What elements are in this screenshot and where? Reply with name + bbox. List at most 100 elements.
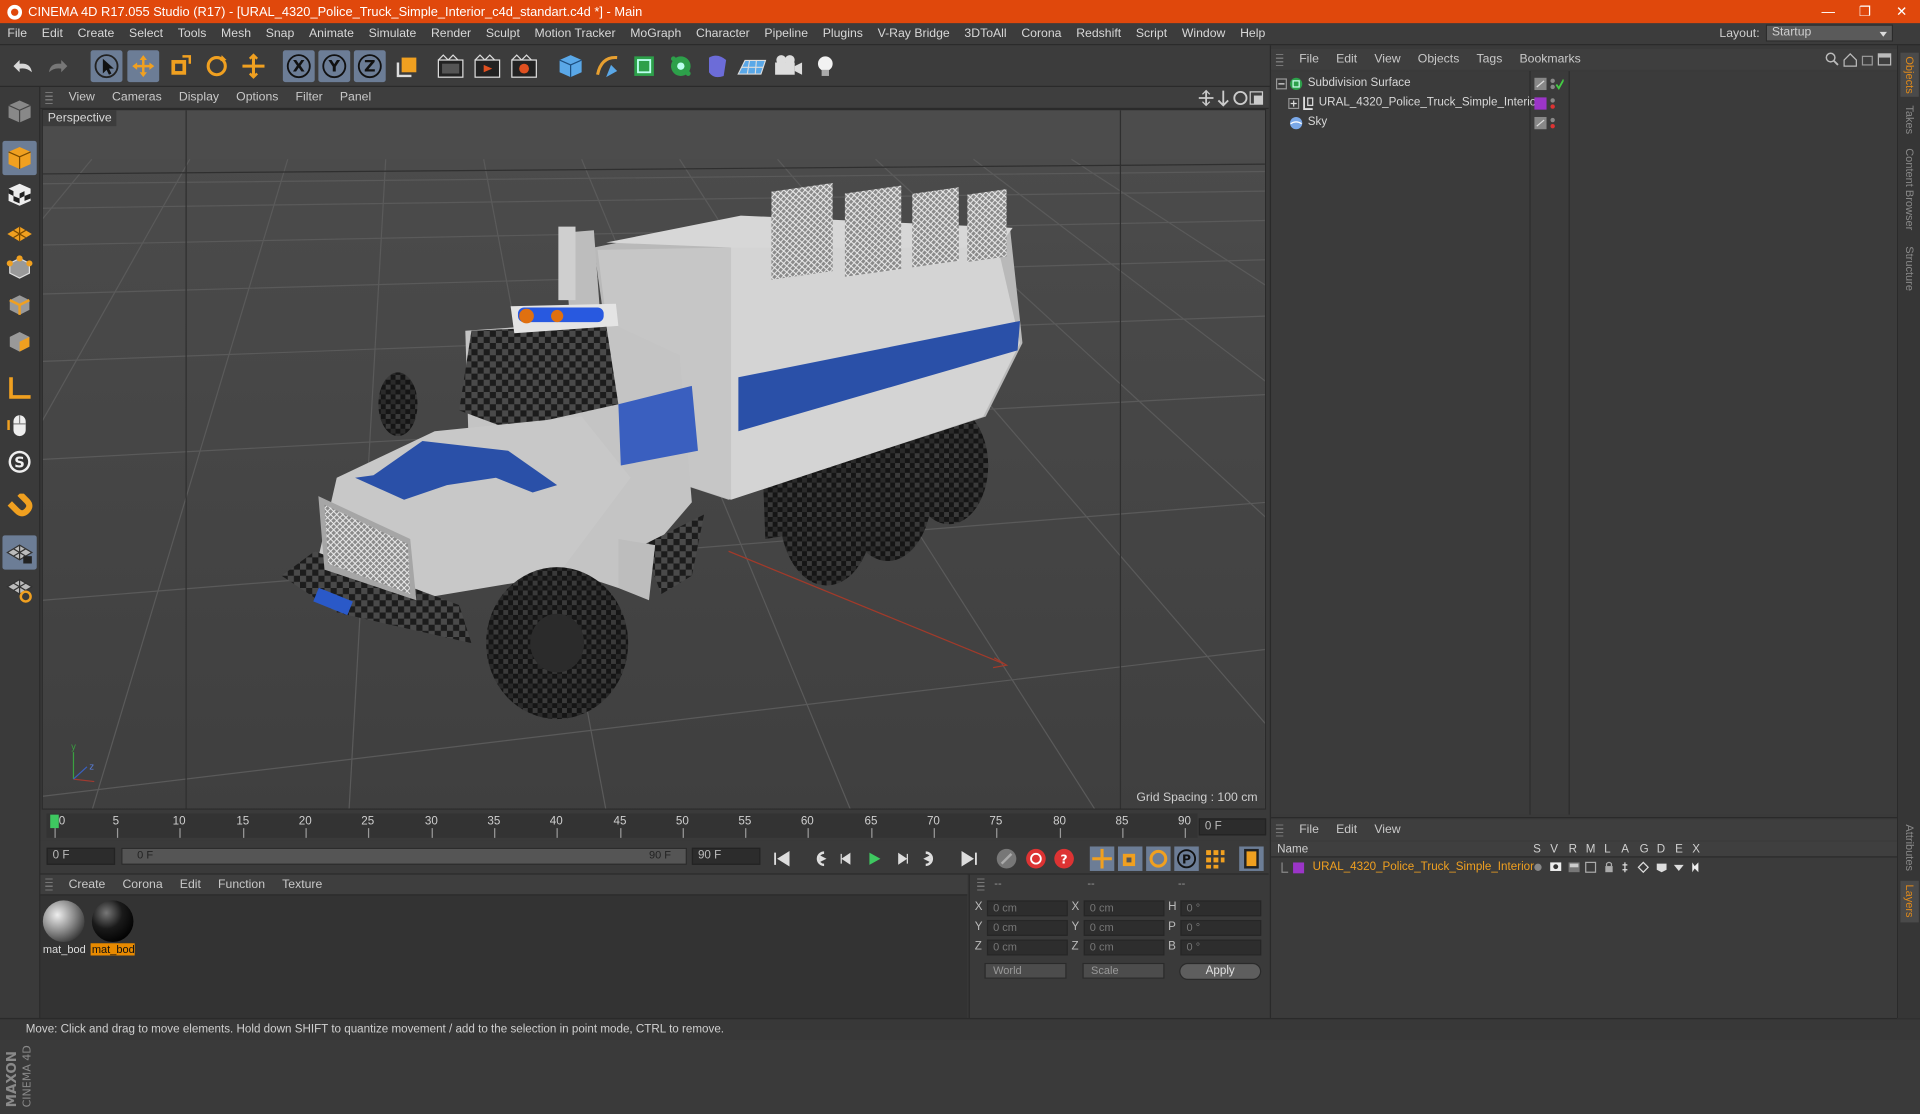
make-editable-icon[interactable] xyxy=(2,94,36,128)
visibility-toggle-icon[interactable] xyxy=(1534,77,1564,91)
size-x-field[interactable]: 0 cm xyxy=(1083,900,1165,917)
camera-icon[interactable] xyxy=(773,50,805,82)
end-frame-field[interactable]: 90 F xyxy=(691,847,761,865)
tab-attributes[interactable]: Attributes xyxy=(1900,820,1918,876)
layer-header-locked[interactable]: L xyxy=(1604,842,1610,858)
menu-mesh[interactable]: Mesh xyxy=(214,27,259,40)
layout-dropdown[interactable]: Startup xyxy=(1765,24,1894,42)
polygons-mode-icon[interactable] xyxy=(2,325,36,359)
mograph-cloner-icon[interactable] xyxy=(665,50,697,82)
axis-mode-icon[interactable] xyxy=(2,371,36,405)
render-settings-icon[interactable] xyxy=(508,50,540,82)
render-to-picture-viewer-icon[interactable] xyxy=(471,50,503,82)
objects-menu-edit[interactable]: Edit xyxy=(1328,53,1366,66)
visibility-toggle-icon[interactable] xyxy=(1534,116,1563,130)
texture-mode-icon[interactable] xyxy=(2,178,36,212)
menu-pipeline[interactable]: Pipeline xyxy=(757,27,815,40)
redo-icon[interactable] xyxy=(42,50,74,82)
magnet-icon[interactable] xyxy=(2,491,36,525)
position-z-field[interactable]: 0 cm xyxy=(986,939,1068,956)
layer-flag-icons[interactable] xyxy=(1533,861,1707,874)
scale-tool-icon[interactable] xyxy=(164,50,196,82)
viewport-menu-display[interactable]: Display xyxy=(170,91,227,104)
material-menu-corona[interactable]: Corona xyxy=(114,878,171,891)
menu-select[interactable]: Select xyxy=(122,27,171,40)
layer-header-render[interactable]: R xyxy=(1569,842,1577,858)
deformer-icon[interactable] xyxy=(702,50,734,82)
objects-menu-objects[interactable]: Objects xyxy=(1409,53,1468,66)
menu-window[interactable]: Window xyxy=(1174,27,1232,40)
menu-script[interactable]: Script xyxy=(1128,27,1174,40)
transform-tool-icon[interactable] xyxy=(238,50,270,82)
objects-menu-bookmarks[interactable]: Bookmarks xyxy=(1511,53,1589,66)
y-axis-lock-icon[interactable]: Y xyxy=(318,50,351,83)
material-menu-create[interactable]: Create xyxy=(60,878,114,891)
layer-header-expressions[interactable]: E xyxy=(1675,842,1683,858)
z-axis-lock-icon[interactable]: Z xyxy=(353,50,386,83)
close-button[interactable]: ✕ xyxy=(1883,0,1920,23)
layer-header-xref[interactable]: X xyxy=(1692,842,1700,858)
size-mode-dropdown[interactable]: Scale xyxy=(1082,962,1165,979)
menu-animate[interactable]: Animate xyxy=(302,27,362,40)
panel-grip-icon[interactable] xyxy=(45,91,53,104)
layers-menu-edit[interactable]: Edit xyxy=(1328,823,1366,836)
go-to-end-icon[interactable] xyxy=(956,846,980,871)
objects-menu-view[interactable]: View xyxy=(1366,53,1409,66)
key-parameter-icon[interactable]: P xyxy=(1174,846,1199,871)
material-menu-edit[interactable]: Edit xyxy=(171,878,209,891)
tab-takes[interactable]: Takes xyxy=(1900,102,1918,139)
layer-header-animation[interactable]: A xyxy=(1621,842,1629,858)
live-selection-icon[interactable] xyxy=(90,50,123,83)
rotate-tool-icon[interactable] xyxy=(201,50,233,82)
rotation-b-field[interactable]: 0 ° xyxy=(1180,939,1262,956)
minimize-button[interactable]: — xyxy=(1810,0,1847,23)
edges-mode-icon[interactable] xyxy=(2,288,36,322)
objects-menu-tags[interactable]: Tags xyxy=(1468,53,1511,66)
material-swatch[interactable]: mat_bod xyxy=(42,899,86,956)
record-keyframe-icon[interactable] xyxy=(1024,846,1048,871)
light-icon[interactable] xyxy=(809,50,841,82)
material-menu-function[interactable]: Function xyxy=(209,878,273,891)
menu-motion-tracker[interactable]: Motion Tracker xyxy=(527,27,623,40)
layer-header-deformers[interactable]: D xyxy=(1657,842,1665,858)
perspective-viewport[interactable]: y z Perspective Grid Spacing : 100 cm xyxy=(41,109,1267,810)
menu-edit[interactable]: Edit xyxy=(34,27,70,40)
tab-content-browser[interactable]: Content Browser xyxy=(1900,143,1918,236)
panel-grip-icon[interactable] xyxy=(45,878,53,891)
menu-help[interactable]: Help xyxy=(1233,27,1273,40)
next-key-icon[interactable] xyxy=(918,846,942,871)
grid-snap-icon[interactable] xyxy=(2,572,36,606)
menu-redshift[interactable]: Redshift xyxy=(1069,27,1129,40)
play-forward-icon[interactable] xyxy=(862,846,886,871)
workplane-lock-icon[interactable] xyxy=(2,535,37,570)
points-mode-icon[interactable] xyxy=(2,251,36,285)
tab-objects[interactable]: Objects xyxy=(1900,52,1919,97)
object-row-sky[interactable]: Sky xyxy=(1271,113,1898,133)
timeline-layout-icon[interactable] xyxy=(1239,846,1264,871)
viewport-menu-filter[interactable]: Filter xyxy=(287,91,331,104)
tab-layers[interactable]: Layers xyxy=(1900,880,1919,923)
coordinate-system-icon[interactable] xyxy=(392,50,424,82)
object-row-subdivision-surface[interactable]: Subdivision Surface xyxy=(1271,74,1898,94)
menu-file[interactable]: File xyxy=(0,27,34,40)
viewport-menu-cameras[interactable]: Cameras xyxy=(103,91,170,104)
menu-character[interactable]: Character xyxy=(689,27,757,40)
menu-tools[interactable]: Tools xyxy=(170,27,213,40)
menu-create[interactable]: Create xyxy=(70,27,121,40)
cube-primitive-icon[interactable] xyxy=(555,50,587,82)
object-manager-tool-icons[interactable] xyxy=(1825,51,1896,67)
menu-sculpt[interactable]: Sculpt xyxy=(478,27,527,40)
model-mode-icon[interactable] xyxy=(2,140,37,176)
object-row-truck[interactable]: URAL_4320_Police_Truck_Simple_Interior xyxy=(1271,93,1898,113)
floor-object-icon[interactable] xyxy=(736,50,768,82)
snapping-icon[interactable]: S xyxy=(2,445,36,479)
layer-row[interactable]: URAL_4320_Police_Truck_Simple_Interior xyxy=(1271,859,1898,876)
layer-header-solo[interactable]: S xyxy=(1533,842,1541,858)
position-x-field[interactable]: 0 cm xyxy=(986,900,1068,917)
menu-snap[interactable]: Snap xyxy=(258,27,301,40)
layer-header-generators[interactable]: G xyxy=(1640,842,1649,858)
viewport-menu-view[interactable]: View xyxy=(60,91,103,104)
size-z-field[interactable]: 0 cm xyxy=(1083,939,1165,956)
subdivision-surface-icon[interactable] xyxy=(628,50,660,82)
menu-simulate[interactable]: Simulate xyxy=(361,27,423,40)
